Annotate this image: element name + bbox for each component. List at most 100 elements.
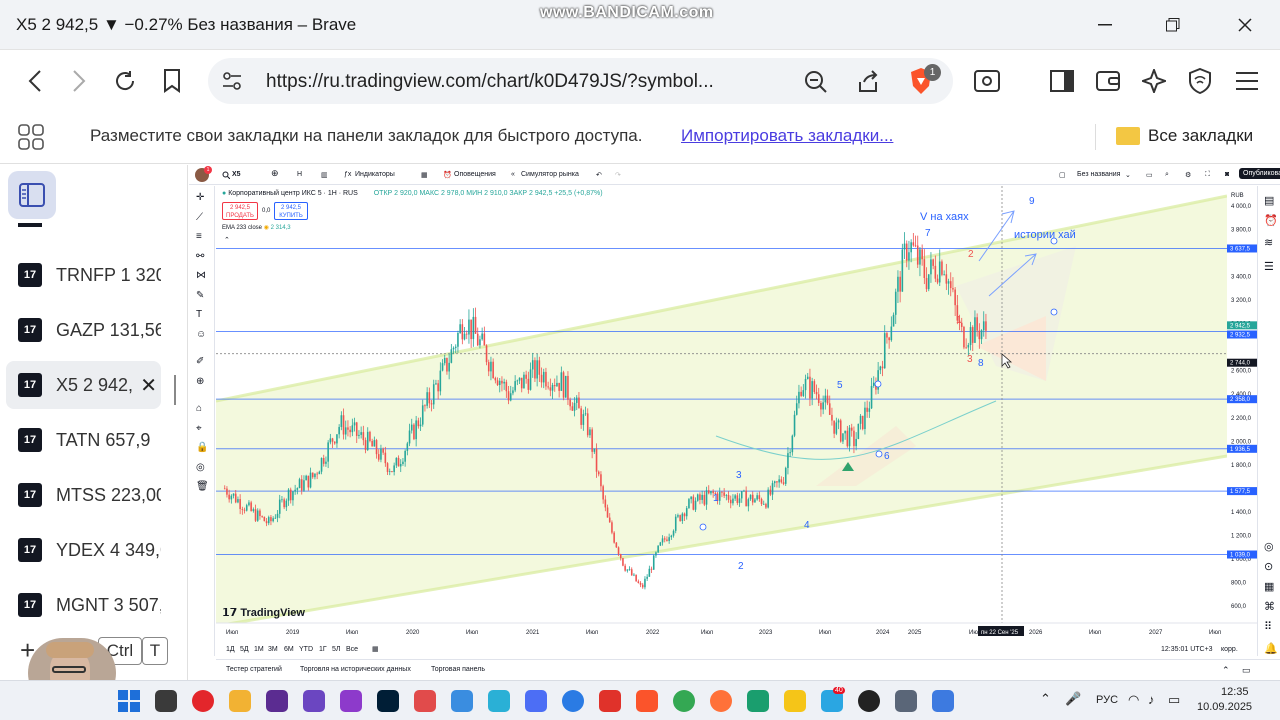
news-icon[interactable]: ▦ [1264,580,1274,593]
record-icon[interactable] [858,690,880,712]
range-button[interactable]: 1Д [226,646,235,653]
chart-pane[interactable]: 1 2 3 4 5 6 7 8 9 1 2 3 4 000,0 3 800,0 3 400,0 3 200,0… [216,186,1257,641]
expand-panel-icon[interactable]: ⌃ [1222,665,1230,676]
import-bookmarks-link[interactable]: Импортировать закладки... [681,126,893,146]
zoom-icon[interactable]: ⊕ [196,376,204,387]
sell-button[interactable]: 2 942,5 ПРОДАТЬ [222,202,258,220]
fib-icon[interactable]: ≡ [196,231,202,242]
crosshair-icon[interactable]: ✛ [196,192,204,203]
app3-icon[interactable] [895,690,917,712]
replay-button[interactable]: Симулятор рынка [521,171,579,178]
volume-icon[interactable]: ♪ [1148,692,1155,707]
gallery-icon[interactable] [451,690,473,712]
settings-icon[interactable]: ⚙ [1185,171,1191,179]
leo-ai-button[interactable] [1137,64,1171,98]
screener-icon[interactable]: ⌘ [1264,600,1275,613]
url-text[interactable]: https://ru.tradingview.com/chart/k0D479J… [266,71,714,93]
range-button[interactable]: YTD [299,646,313,653]
obs-icon[interactable] [303,690,325,712]
price-chart[interactable]: 1 2 3 4 5 6 7 8 9 1 2 3 4 000,0 3 800,0 3 400,0 3 200,0… [216,186,1257,641]
clock-readout[interactable]: 12:35:01 UTC+3 [1161,646,1213,653]
layout-name[interactable]: Без названия [1077,171,1120,178]
side-tab[interactable]: 17 YDEX 4 349,0 [6,526,161,574]
teams-icon[interactable] [229,690,251,712]
calendar-icon[interactable]: ⊙ [1264,560,1273,573]
interval-button[interactable]: Н [297,171,302,178]
range-button[interactable]: 3М [268,646,278,653]
apps-grid-icon[interactable] [18,124,44,150]
brave-shields-button[interactable]: 1 [908,64,941,96]
pattern-icon[interactable]: ⚯ [196,251,204,262]
watchlist-icon[interactable]: ▤ [1264,194,1274,207]
vpn-button[interactable] [1183,64,1217,98]
close-window-button[interactable] [1222,10,1268,40]
ruler-icon[interactable]: ✐ [196,356,204,367]
visual-studio-icon[interactable] [266,690,288,712]
text-icon[interactable]: T [196,309,202,320]
chrome-icon[interactable] [673,690,695,712]
undo-button[interactable]: ↶ [596,171,602,179]
range-button[interactable]: 6М [284,646,294,653]
share-icon[interactable] [856,70,880,94]
photoshop-icon[interactable] [377,690,399,712]
windows-start-icon[interactable] [118,690,140,712]
sidebar-toggle-button[interactable] [1045,64,1079,98]
range-button[interactable]: 5Л [332,646,341,653]
network-icon[interactable] [488,690,510,712]
fullscreen-icon[interactable]: ⛶ [1205,171,1210,179]
stay-drawing-icon[interactable]: ⌖ [196,423,202,434]
side-tab[interactable]: 17 X5 2 942, ✕ [6,361,161,409]
explorer-icon[interactable] [784,690,806,712]
emoji-icon[interactable]: ☺ [196,329,206,340]
chart-type-button[interactable]: ▥ [321,171,328,179]
reload-button[interactable] [108,64,142,98]
search-icon[interactable] [155,690,177,712]
settings-icon[interactable] [525,690,547,712]
panel-resize-handle[interactable] [174,375,176,405]
alerts-button[interactable]: Оповещения [454,171,496,178]
tabs-panel-toggle[interactable] [8,171,56,219]
bookmark-button[interactable] [155,64,189,98]
edge-icon[interactable] [562,690,584,712]
app2-icon[interactable] [747,690,769,712]
menu-button[interactable] [1230,64,1264,98]
magnet-icon[interactable]: ⌂ [196,403,202,414]
side-tab[interactable]: 17 TATN 657,9 [6,416,161,464]
buy-button[interactable]: 2 942,5 КУПИТЬ [274,202,308,220]
snapshot-icon[interactable]: ◙ [1225,171,1229,178]
restore-button[interactable] [1150,10,1196,40]
wallet-button[interactable] [1091,64,1125,98]
templates-button[interactable]: ▦ [421,171,428,179]
range-button[interactable]: 5Д [240,646,249,653]
brush-icon[interactable]: ✎ [196,290,204,301]
chat-icon[interactable]: ☰ [1264,260,1274,273]
back-button[interactable] [18,64,52,98]
ideas-icon[interactable]: ◎ [1264,540,1274,553]
symbol-input[interactable]: X5 [232,171,241,178]
visibility-icon[interactable]: ◎ [196,462,205,473]
language-indicator[interactable]: РУС [1096,694,1118,706]
projection-icon[interactable]: ⋈ [196,270,206,281]
bottom-panel-tab[interactable]: Торговля на исторических данных [300,666,411,673]
side-tab[interactable]: 17 GAZP 131,56 [6,306,161,354]
indicators-button[interactable]: Индикаторы [355,171,395,178]
publish-button[interactable]: Опубликовать [1239,168,1280,179]
goto-date-icon[interactable]: ▦ [372,645,379,653]
trendline-icon[interactable]: ⟋ [196,212,203,223]
legend-symbol[interactable]: Корпоративный центр ИКС 5 · 1Н · RUS [228,190,358,197]
range-button[interactable]: Все [346,646,358,653]
brave-icon[interactable] [636,690,658,712]
compare-button[interactable]: ⊕ [271,168,279,179]
tray-overflow-icon[interactable]: ⌃ [1040,691,1051,707]
opera-icon[interactable] [192,690,214,712]
notifications-icon[interactable]: 🔔 [1264,642,1278,655]
collapse-legend-icon[interactable]: ⌃ [224,236,230,244]
maximize-panel-icon[interactable]: ▭ [1242,665,1251,676]
ema-legend[interactable]: EMA 233 close ◉ 2 314,3 [222,224,291,231]
all-bookmarks-button[interactable]: Все закладки [1148,126,1253,146]
yandex-icon[interactable] [599,690,621,712]
chart-layout-button[interactable]: ▭ [1146,171,1153,179]
clock-time[interactable]: 12:35 [1221,686,1249,698]
zoom-out-icon[interactable] [804,70,828,94]
trash-icon[interactable]: 🗑 [196,481,209,492]
